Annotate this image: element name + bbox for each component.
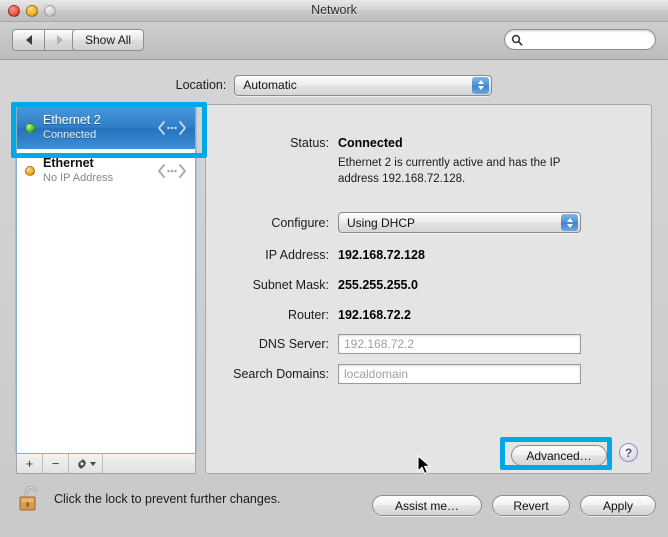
configure-popup-button[interactable]: Using DHCP	[338, 212, 581, 233]
add-service-label: +	[25, 456, 34, 471]
configure-label: Configure:	[271, 215, 329, 230]
back-button[interactable]	[12, 29, 44, 51]
status-description-row: Ethernet 2 is currently active and has t…	[338, 156, 588, 187]
lock-message: Click the lock to prevent further change…	[54, 492, 281, 506]
show-all-label: Show All	[85, 33, 132, 47]
help-button[interactable]: ?	[619, 443, 638, 462]
location-popup-button[interactable]: Automatic	[234, 74, 493, 96]
window-toolbar: Show All	[0, 22, 668, 60]
search-field[interactable]	[504, 29, 656, 50]
search-domains-input[interactable]: localdomain	[338, 364, 581, 384]
configure-row: Configure: Using DHCP	[206, 212, 581, 233]
services-list-toolbar: + −	[16, 454, 196, 474]
router-value: 192.168.72.2	[338, 308, 411, 322]
service-status: Connected	[43, 128, 97, 141]
search-domains-label: Search Domains:	[233, 367, 329, 381]
location-row: Location: Automatic	[0, 72, 668, 98]
service-detail-panel: Status: Connected Ethernet 2 is currentl…	[205, 104, 652, 474]
network-services-list[interactable]: Ethernet 2 Connected Ethernet No IP Addr…	[16, 104, 196, 454]
dns-server-label: DNS Server:	[258, 337, 329, 351]
revert-button[interactable]: Revert	[492, 495, 570, 516]
configure-selected-value: Using DHCP	[347, 215, 416, 230]
help-label: ?	[624, 445, 633, 460]
advanced-button[interactable]: Advanced…	[511, 445, 607, 466]
status-value: Connected	[338, 136, 403, 150]
unlocked-padlock-icon[interactable]	[18, 484, 44, 514]
status-row: Status: Connected	[206, 136, 403, 150]
ip-address-label: IP Address:	[265, 248, 329, 262]
ethernet-icon	[158, 120, 186, 135]
gear-icon	[77, 458, 86, 469]
sidebar-item-ethernet[interactable]: Ethernet No IP Address	[17, 149, 195, 193]
chevron-left-icon	[25, 35, 32, 45]
ip-address-row: IP Address: 192.168.72.128	[206, 248, 425, 262]
remove-service-label: −	[51, 456, 60, 471]
search-domains-row: Search Domains: localdomain	[206, 364, 581, 384]
ethernet-icon	[158, 164, 186, 178]
search-input[interactable]	[526, 33, 646, 46]
chevron-down-icon	[89, 461, 96, 466]
apply-button[interactable]: Apply	[580, 495, 656, 516]
router-label: Router:	[288, 308, 329, 322]
search-icon	[511, 34, 523, 46]
navigation-buttons	[12, 29, 76, 51]
revert-label: Revert	[513, 498, 549, 513]
service-actions-button[interactable]	[69, 454, 103, 473]
sidebar-item-ethernet-2[interactable]: Ethernet 2 Connected	[17, 105, 195, 149]
status-description: Ethernet 2 is currently active and has t…	[338, 157, 561, 185]
router-row: Router: 192.168.72.2	[206, 308, 411, 322]
network-preferences-window: Network Show All Location: Automatic Eth…	[0, 0, 668, 537]
status-dot-green-icon	[25, 122, 35, 133]
location-selected-value: Automatic	[243, 78, 297, 92]
remove-service-button[interactable]: −	[43, 454, 69, 473]
dns-server-value: 192.168.72.2	[344, 337, 415, 351]
service-name: Ethernet	[43, 156, 94, 171]
search-domains-value: localdomain	[344, 367, 409, 381]
configure-stepper-arrows-icon[interactable]	[561, 214, 578, 231]
footer-buttons: Assist me… Revert Apply	[372, 495, 656, 516]
status-dot-orange-icon	[25, 166, 35, 176]
service-status: No IP Address	[43, 172, 114, 185]
status-label: Status:	[290, 136, 329, 150]
subnet-mask-row: Subnet Mask: 255.255.255.0	[206, 278, 418, 292]
show-all-button[interactable]: Show All	[72, 29, 145, 51]
location-label: Location:	[175, 78, 227, 92]
advanced-label: Advanced…	[526, 448, 592, 463]
assist-me-button[interactable]: Assist me…	[372, 495, 482, 516]
services-toolbar-filler	[103, 454, 195, 473]
lock-row: Click the lock to prevent further change…	[18, 484, 281, 514]
dns-server-input[interactable]: 192.168.72.2	[338, 334, 581, 354]
apply-label: Apply	[602, 498, 634, 513]
service-name: Ethernet 2	[43, 112, 101, 127]
dns-server-row: DNS Server: 192.168.72.2	[206, 334, 581, 354]
window-titlebar: Network	[0, 0, 668, 22]
subnet-mask-label: Subnet Mask:	[252, 278, 329, 292]
mouse-cursor	[417, 455, 432, 475]
window-title: Network	[311, 3, 357, 17]
assist-me-label: Assist me…	[394, 498, 459, 513]
location-stepper-arrows-icon[interactable]	[472, 76, 490, 94]
ip-address-value: 192.168.72.128	[338, 248, 425, 262]
chevron-right-icon	[57, 35, 63, 45]
add-service-button[interactable]: +	[17, 454, 43, 473]
subnet-mask-value: 255.255.255.0	[338, 278, 418, 292]
